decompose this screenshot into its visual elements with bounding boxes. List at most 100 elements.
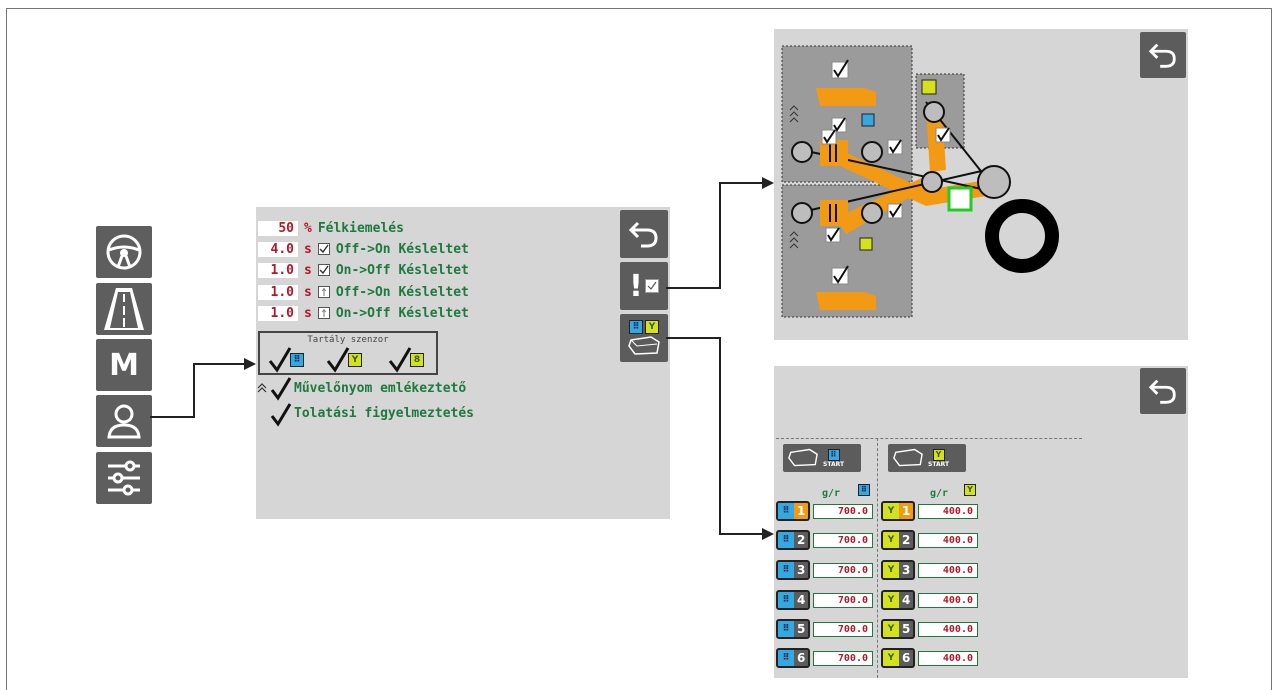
- dose-field[interactable]: 700.0: [813, 562, 873, 578]
- section-chip[interactable]: Y4: [881, 590, 915, 610]
- hopper-icon: [628, 336, 660, 355]
- dose-field[interactable]: 400.0: [918, 503, 978, 519]
- check-icon[interactable]: [326, 347, 350, 373]
- dose-row: Y1 400.0: [881, 500, 978, 522]
- dose-field[interactable]: 400.0: [918, 621, 978, 637]
- third-tank-icon: 8: [410, 353, 424, 367]
- back-button[interactable]: [620, 210, 668, 258]
- section-number: 4: [902, 593, 911, 607]
- dose-field[interactable]: 700.0: [813, 503, 873, 519]
- dose-field[interactable]: 700.0: [813, 532, 873, 548]
- dose-field[interactable]: 700.0: [813, 621, 873, 637]
- blue-tank-icon: ⠿: [290, 353, 304, 367]
- section-chip[interactable]: ⠿ 2: [776, 530, 810, 550]
- back-button[interactable]: [1140, 32, 1186, 78]
- setting-row: 1.0 s On->Off Késleltet: [258, 261, 469, 279]
- hopper-settings-button[interactable]: ⠿ Y: [620, 314, 668, 362]
- dose-field[interactable]: 700.0: [813, 650, 873, 666]
- setting-row: 1.0 s Off->On Késleltet: [258, 283, 469, 301]
- back-button[interactable]: [1140, 368, 1186, 414]
- dose-row: ⠿ 2 700.0: [776, 529, 873, 551]
- connector-arrow-alarm: [666, 177, 774, 289]
- section-chip[interactable]: ⠿ 1: [776, 501, 810, 521]
- section-number: 3: [797, 563, 806, 577]
- setting-row: 4.0 s Off->On Késleltet: [258, 240, 469, 258]
- section-chip[interactable]: Y5: [881, 619, 915, 639]
- value-field[interactable]: 1.0: [258, 305, 298, 321]
- yellow-tank-icon: Y: [348, 353, 362, 367]
- section-chip[interactable]: ⠿ 4: [776, 590, 810, 610]
- value-field[interactable]: 4.0: [258, 241, 298, 257]
- steering-wheel-button[interactable]: [96, 226, 152, 278]
- machine-diagram: [781, 45, 1059, 318]
- section-chip[interactable]: Y1: [881, 501, 915, 521]
- dose-field[interactable]: 400.0: [918, 532, 978, 548]
- option-label: Művelőnyom emlékeztető: [294, 381, 467, 396]
- dose-row: Y4 400.0: [881, 589, 978, 611]
- value-field[interactable]: 50: [258, 220, 298, 236]
- dose-field[interactable]: 400.0: [918, 650, 978, 666]
- blue-tank-icon: ⠿: [778, 532, 794, 548]
- alarm-settings-button[interactable]: !: [620, 262, 668, 310]
- unit-label: g/r: [822, 488, 841, 499]
- checkbox-partial[interactable]: [317, 307, 330, 319]
- check-icon[interactable]: [270, 377, 292, 401]
- section-chip[interactable]: Y2: [881, 530, 915, 550]
- m-button[interactable]: M: [96, 339, 152, 391]
- start-button-yellow[interactable]: Y START: [888, 444, 966, 472]
- blue-tank-icon: ⠿: [778, 650, 794, 666]
- blue-tank-icon: ⠿: [629, 320, 643, 334]
- dose-row: Y5 400.0: [881, 618, 978, 640]
- steering-wheel-icon: [106, 234, 142, 270]
- exclamation-icon: !: [629, 268, 643, 304]
- section-number: 6: [797, 651, 806, 665]
- check-icon[interactable]: [270, 403, 292, 427]
- section-number: 6: [902, 651, 911, 665]
- divider: [877, 438, 878, 678]
- yellow-tank-icon: Y: [883, 532, 899, 548]
- road-icon: [104, 288, 144, 330]
- section-chip[interactable]: Y6: [881, 648, 915, 668]
- section-number: 1: [797, 504, 806, 518]
- dose-row: ⠿ 4 700.0: [776, 589, 873, 611]
- dose-row: Y6 400.0: [881, 647, 978, 669]
- value-field[interactable]: 1.0: [258, 262, 298, 278]
- check-icon[interactable]: [268, 347, 292, 373]
- dose-field[interactable]: 400.0: [918, 592, 978, 608]
- unit-label: s: [304, 284, 312, 300]
- checkbox-partial[interactable]: [317, 286, 330, 298]
- yellow-tank-icon: Y: [883, 503, 899, 519]
- dose-field[interactable]: 400.0: [918, 562, 978, 578]
- dose-row: ⠿ 3 700.0: [776, 559, 873, 581]
- chevrons-up-icon: [257, 383, 267, 393]
- checkbox-checked[interactable]: [317, 243, 330, 255]
- dose-field[interactable]: 700.0: [813, 592, 873, 608]
- user-button[interactable]: [96, 395, 152, 447]
- undo-arrow-icon: [1148, 379, 1176, 404]
- checkbox-checked[interactable]: [317, 264, 330, 276]
- section-chip[interactable]: ⠿ 6: [776, 648, 810, 668]
- yellow-tank-icon: Y: [883, 650, 899, 666]
- section-chip[interactable]: ⠿ 5: [776, 619, 810, 639]
- road-button[interactable]: [96, 283, 152, 335]
- dose-row: ⠿ 1 700.0: [776, 500, 873, 522]
- section-number: 2: [902, 533, 911, 547]
- sliders-icon: [108, 460, 140, 496]
- section-chip[interactable]: ⠿ 3: [776, 560, 810, 580]
- dose-row: Y2 400.0: [881, 529, 978, 551]
- yellow-tank-icon: Y: [883, 562, 899, 578]
- start-label: START: [823, 460, 845, 468]
- value-field[interactable]: 1.0: [258, 284, 298, 300]
- blue-tank-icon: ⠿: [778, 503, 794, 519]
- unit-label: s: [304, 305, 312, 321]
- check-icon[interactable]: [388, 347, 412, 373]
- section-chip[interactable]: Y3: [881, 560, 915, 580]
- checkbox-icon: [644, 279, 659, 293]
- setting-label: On->Off Késleltet: [335, 262, 469, 278]
- unit-label: s: [304, 262, 312, 278]
- start-button-blue[interactable]: ⠿ START: [783, 444, 861, 472]
- settings-button[interactable]: [96, 452, 152, 504]
- section-number: 5: [902, 622, 911, 636]
- setting-label: Off->On Késleltet: [335, 284, 469, 300]
- blue-tank-icon: ⠿: [827, 448, 840, 461]
